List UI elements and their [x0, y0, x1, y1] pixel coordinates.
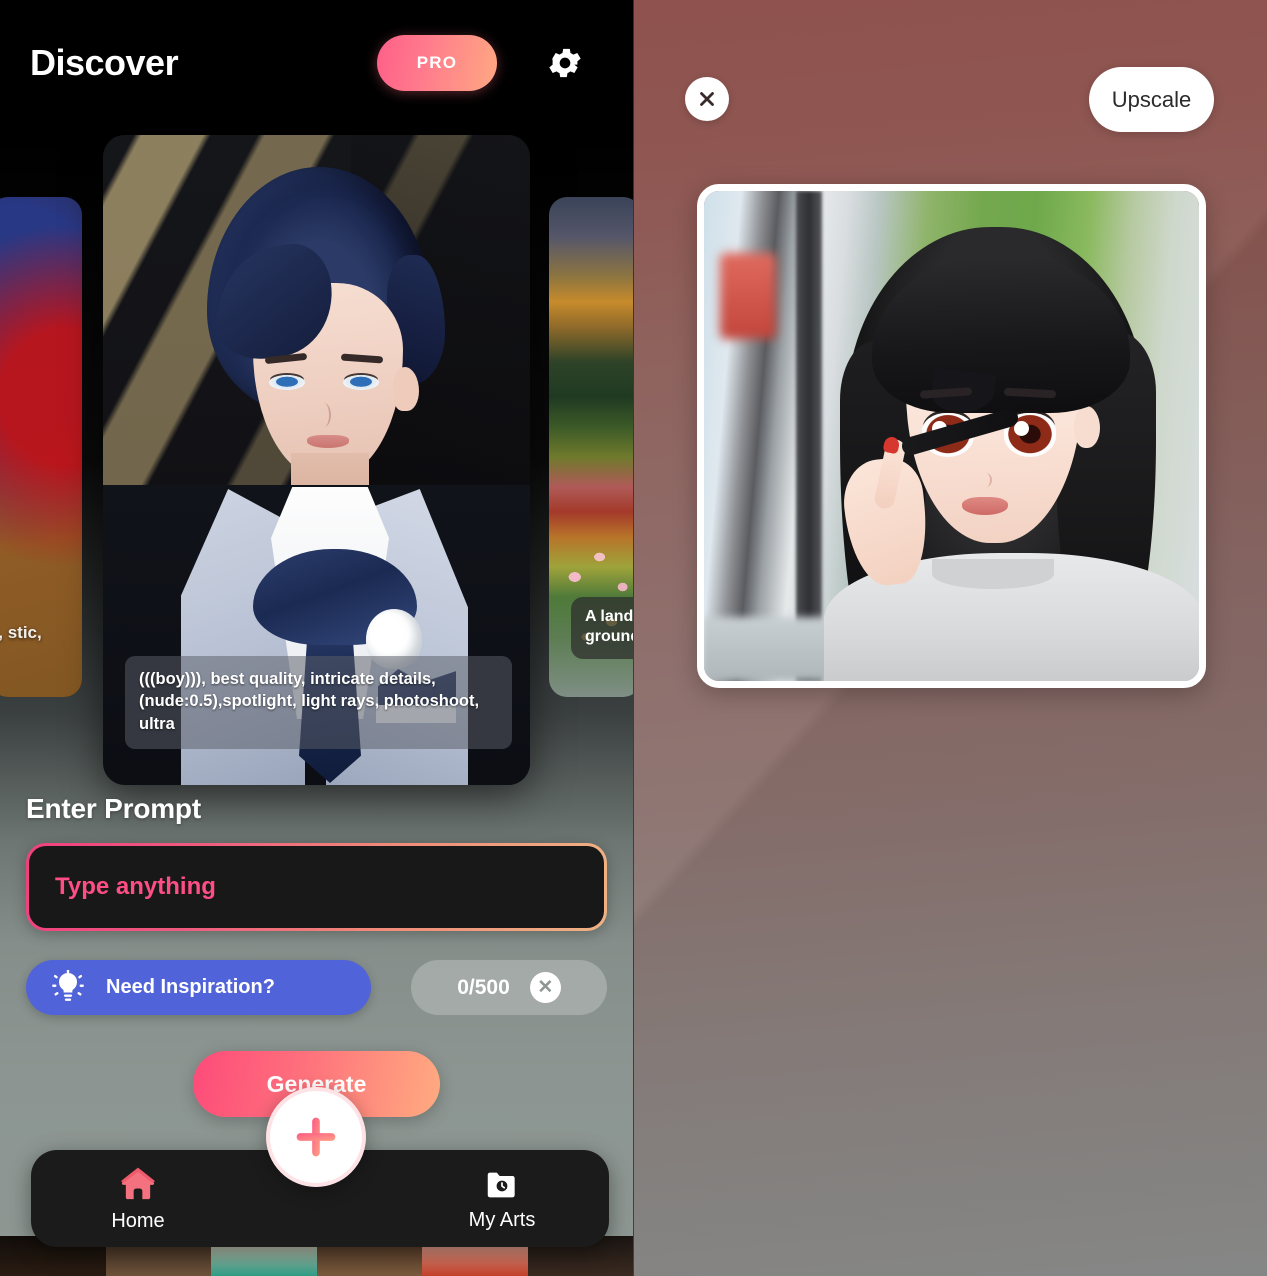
page-title: Discover	[30, 41, 179, 83]
upscale-button[interactable]: Upscale	[1089, 67, 1214, 132]
char-counter: 0/500	[457, 975, 510, 999]
pro-button[interactable]: PRO	[377, 34, 497, 91]
lightbulb-icon	[52, 969, 84, 1001]
char-counter-pill: 0/500 ✕	[411, 960, 607, 1015]
carousel-previous-caption: rt, stic,	[0, 623, 42, 643]
nav-my-arts-label: My Arts	[468, 1208, 536, 1231]
girl-ear	[1074, 406, 1100, 448]
app-screen: rt, stic,	[0, 0, 1267, 1276]
result-image[interactable]	[697, 184, 1206, 688]
settings-button[interactable]	[543, 41, 587, 85]
carousel-next-caption: A lands ground	[571, 597, 633, 659]
boy-lips	[307, 435, 349, 448]
discover-panel: rt, stic,	[0, 0, 633, 1276]
boy-ear	[393, 367, 419, 411]
clear-prompt-icon[interactable]: ✕	[529, 972, 561, 1003]
create-button[interactable]	[266, 1087, 366, 1187]
prompt-input[interactable]	[29, 846, 604, 928]
prompt-input-container	[26, 843, 607, 931]
image-carousel[interactable]: rt, stic,	[0, 125, 633, 785]
carousel-card-current[interactable]: (((boy))), best quality, intricate detai…	[103, 135, 530, 785]
carousel-card-previous[interactable]: rt, stic,	[0, 197, 82, 697]
need-inspiration-label: Need Inspiration?	[106, 976, 275, 998]
pro-label: PRO	[416, 52, 458, 72]
enter-prompt-label: Enter Prompt	[26, 793, 201, 824]
close-icon	[700, 92, 714, 106]
result-panel: Upscale	[633, 0, 1267, 1276]
nav-item-my-arts[interactable]: My Arts	[395, 1166, 609, 1232]
boy-eye-right	[343, 375, 379, 390]
plus-icon	[296, 1117, 336, 1157]
girl-nose	[980, 473, 992, 487]
girl-lips	[962, 497, 1008, 515]
boy-nose	[317, 403, 331, 427]
boy-eye-left	[269, 375, 305, 390]
gear-icon	[549, 48, 581, 77]
nav-home-label: Home	[111, 1209, 165, 1232]
panel-divider	[633, 0, 634, 1276]
need-inspiration-button[interactable]: Need Inspiration?	[26, 960, 371, 1015]
background-sign	[720, 253, 776, 339]
girl-collar	[932, 559, 1054, 589]
nav-item-home[interactable]: Home	[31, 1165, 245, 1233]
close-result-button[interactable]	[685, 77, 729, 121]
discover-header: Discover PRO	[0, 0, 633, 125]
background-pole	[796, 191, 822, 681]
result-image-wrapper	[633, 173, 1267, 695]
carousel-current-caption: (((boy))), best quality, intricate detai…	[125, 656, 512, 749]
folder-clock-icon	[487, 1172, 515, 1197]
home-icon	[121, 1167, 155, 1199]
carousel-card-next[interactable]: A lands ground	[549, 197, 633, 697]
